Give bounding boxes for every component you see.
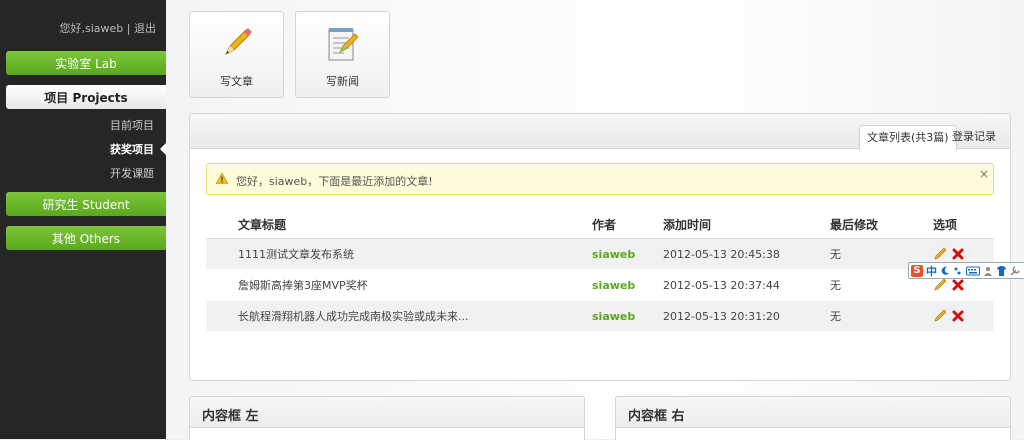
notepad-pencil-icon bbox=[328, 28, 359, 61]
edit-icon[interactable] bbox=[933, 309, 947, 323]
sogou-logo-icon[interactable]: S bbox=[911, 264, 923, 277]
header-author: 作者 bbox=[592, 210, 663, 239]
write-news-button[interactable]: 写新闻 bbox=[295, 11, 390, 98]
shirt-icon[interactable] bbox=[996, 265, 1007, 276]
article-author[interactable]: siaweb bbox=[592, 300, 663, 332]
sidebar: 您好,siaweb | 退出 实验室 Lab 项目 Projects 目前项目 … bbox=[0, 0, 166, 439]
alert-text: 您好，siaweb，下面是最近添加的文章! bbox=[236, 175, 433, 188]
moon-icon[interactable] bbox=[940, 266, 950, 276]
article-table: 文章标题 作者 添加时间 最后修改 选项 1111测试文章发布系统 siaweb… bbox=[206, 210, 994, 332]
header-title: 文章标题 bbox=[206, 210, 592, 239]
panel-header: 文章列表(共3篇) 登录记录 bbox=[190, 114, 1010, 150]
header-options: 选项 bbox=[933, 210, 994, 239]
article-title[interactable]: 长航程滑翔机器人成功完成南极实验或成未来... bbox=[206, 300, 592, 332]
table-header-row: 文章标题 作者 添加时间 最后修改 选项 bbox=[206, 210, 994, 239]
write-article-button[interactable]: 写文章 bbox=[189, 11, 284, 98]
alert-close-button[interactable]: × bbox=[979, 167, 989, 181]
edit-icon[interactable] bbox=[933, 278, 947, 292]
user-icon[interactable] bbox=[983, 266, 993, 276]
write-article-label: 写文章 bbox=[220, 75, 253, 88]
subnav-award-projects[interactable]: 获奖项目 bbox=[110, 141, 154, 157]
info-alert: 您好，siaweb，下面是最近添加的文章! × bbox=[206, 163, 994, 195]
content-box-right-title: 内容框 右 bbox=[628, 409, 685, 424]
edit-icon[interactable] bbox=[933, 247, 947, 261]
punctuation-icon[interactable] bbox=[953, 266, 963, 276]
article-title[interactable]: 1111测试文章发布系统 bbox=[206, 238, 592, 270]
keyboard-icon[interactable] bbox=[966, 266, 980, 276]
delete-icon[interactable] bbox=[951, 247, 965, 261]
article-panel: 文章列表(共3篇) 登录记录 您好，siaweb，下面是最近添加的文章! × 文… bbox=[189, 113, 1011, 381]
row-actions bbox=[933, 300, 994, 332]
article-author[interactable]: siaweb bbox=[592, 238, 663, 270]
pencil-icon bbox=[224, 28, 252, 56]
tools-icon[interactable] bbox=[1010, 265, 1020, 276]
delete-icon[interactable] bbox=[951, 278, 965, 292]
tab-login-records[interactable]: 登录记录 bbox=[945, 125, 1003, 148]
article-modified: 无 bbox=[830, 300, 933, 332]
write-news-label: 写新闻 bbox=[326, 75, 359, 88]
warning-icon bbox=[216, 173, 228, 184]
header-modified: 最后修改 bbox=[830, 210, 933, 239]
header-added: 添加时间 bbox=[663, 210, 830, 239]
nav-projects[interactable]: 项目 Projects bbox=[6, 85, 166, 109]
subnav-dev-topics[interactable]: 开发课题 bbox=[110, 165, 154, 181]
article-title[interactable]: 詹姆斯高捧第3座MVP奖杯 bbox=[206, 269, 592, 301]
table-row: 詹姆斯高捧第3座MVP奖杯 siaweb 2012-05-13 20:37:44… bbox=[206, 269, 994, 301]
subnav-current-projects[interactable]: 目前项目 bbox=[110, 117, 154, 133]
ime-chinese-mode[interactable]: 中 bbox=[926, 263, 937, 279]
article-author[interactable]: siaweb bbox=[592, 269, 663, 301]
nav-lab[interactable]: 实验室 Lab bbox=[6, 51, 166, 75]
nav-student[interactable]: 研究生 Student bbox=[6, 192, 166, 216]
delete-icon[interactable] bbox=[951, 309, 965, 323]
user-greeting[interactable]: 您好,siaweb | 退出 bbox=[60, 20, 156, 36]
ime-toolbar[interactable]: S 中 bbox=[908, 262, 1024, 279]
article-added: 2012-05-13 20:45:38 bbox=[663, 238, 830, 270]
nav-others[interactable]: 其他 Others bbox=[6, 226, 166, 250]
article-added: 2012-05-13 20:31:20 bbox=[663, 300, 830, 332]
table-row: 1111测试文章发布系统 siaweb 2012-05-13 20:45:38 … bbox=[206, 238, 994, 270]
table-row: 长航程滑翔机器人成功完成南极实验或成未来... siaweb 2012-05-1… bbox=[206, 300, 994, 332]
article-added: 2012-05-13 20:37:44 bbox=[663, 269, 830, 301]
tab-article-list[interactable]: 文章列表(共3篇) bbox=[859, 125, 957, 150]
content-box-left-title: 内容框 左 bbox=[202, 409, 259, 424]
main-area: 写文章 写新闻 文章列表(共3篇) 登录记录 您好，siaweb，下面是最近添加… bbox=[166, 0, 1024, 440]
content-box-right: 内容框 右 bbox=[615, 396, 1011, 440]
content-box-left: 内容框 左 bbox=[189, 396, 585, 440]
